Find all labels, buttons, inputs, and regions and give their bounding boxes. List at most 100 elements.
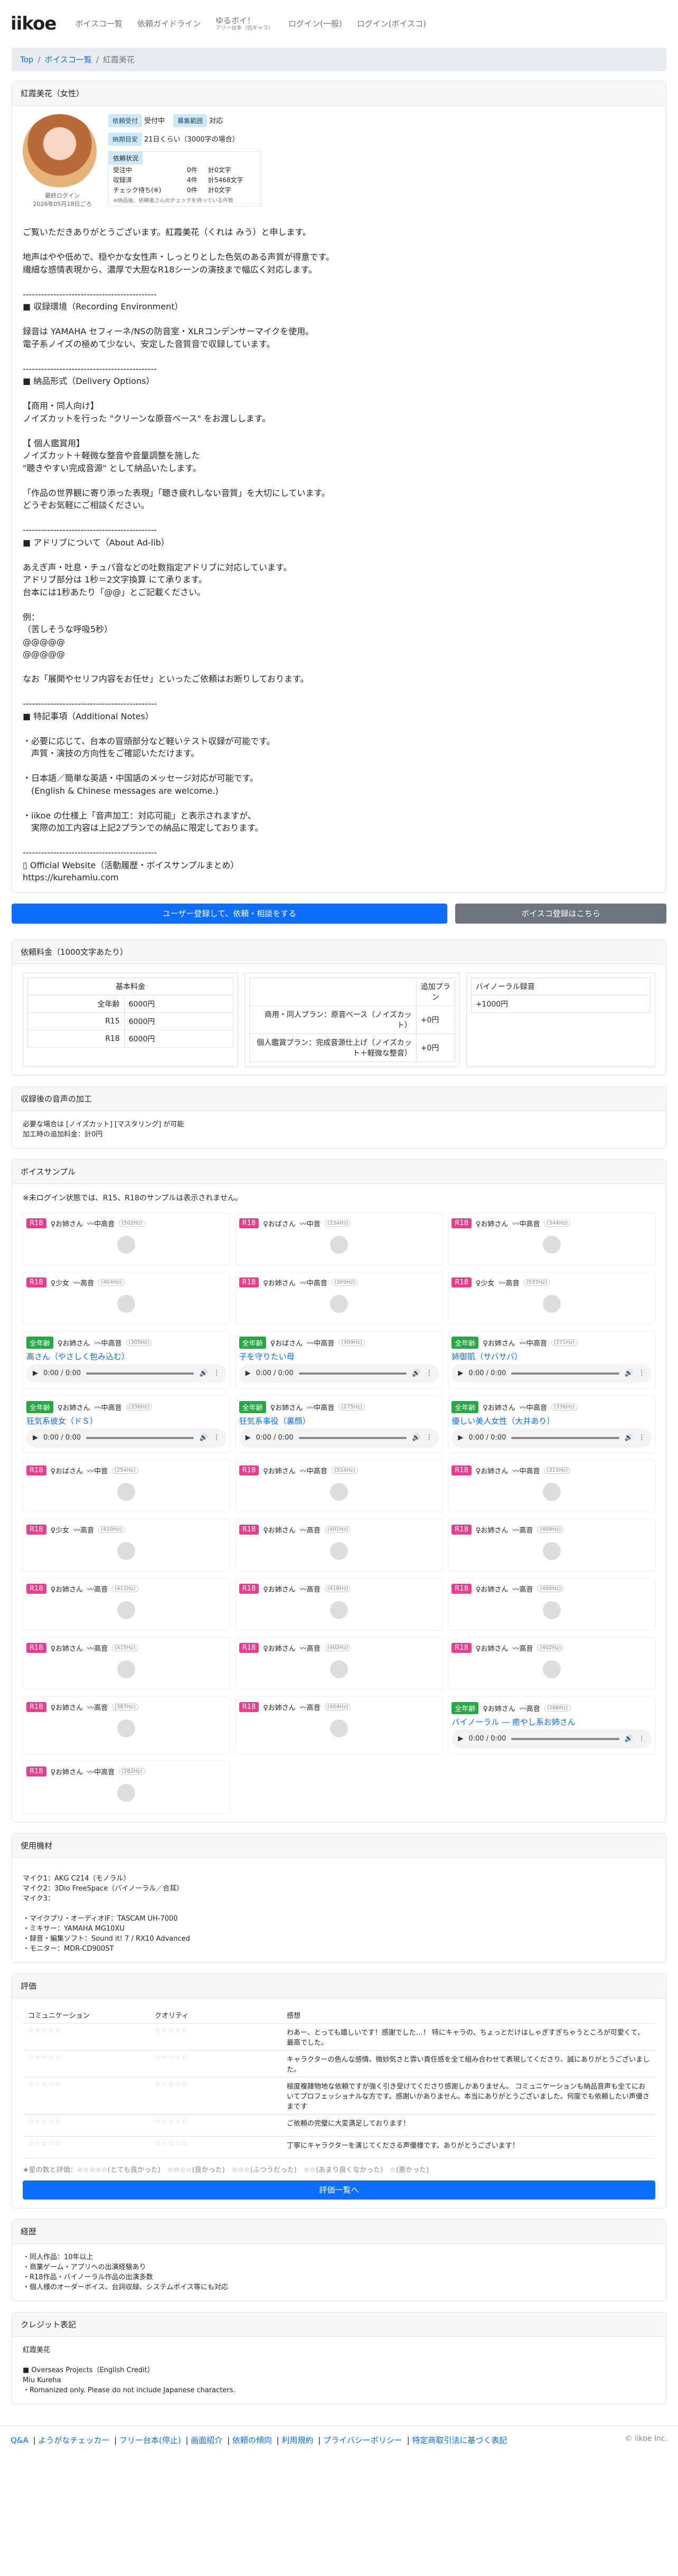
sample-title[interactable]: 高さん（やさしく包み込む） bbox=[26, 1351, 227, 1362]
volume-icon[interactable]: 🔊 bbox=[625, 1735, 633, 1743]
volume-icon[interactable]: 🔊 bbox=[412, 1434, 420, 1442]
equipment-header: 使用機材 bbox=[12, 1833, 666, 1858]
footer-link-free-script[interactable]: フリー台本(停止) bbox=[119, 2436, 181, 2445]
hz-badge: (402Hz) bbox=[537, 1644, 564, 1651]
hz-badge: (411Hz) bbox=[112, 1585, 138, 1592]
price-value: 6000円 bbox=[124, 994, 233, 1013]
pitch-tag: 〰高音 bbox=[512, 1643, 533, 1653]
footer-link-terms[interactable]: 利用規約 bbox=[282, 2436, 314, 2445]
player-seek-bar[interactable] bbox=[511, 1372, 619, 1375]
more-icon[interactable]: ⋮ bbox=[638, 1735, 645, 1743]
volume-icon[interactable]: 🔊 bbox=[412, 1369, 420, 1377]
nav-yuruboi[interactable]: ゆるボイ！ フリー台本（低ギャラ） bbox=[215, 16, 274, 32]
samples-card: ボイスサンプル ※未ログイン状態では、R15、R18のサンプルは表示されません。… bbox=[12, 1159, 666, 1822]
review-comment: わあー、とっても嬉しいです！感謝でした…！ 特にキャラの、ちょっとだけはしゃぎす… bbox=[281, 2023, 655, 2051]
pitch-label: 高音 bbox=[80, 1526, 95, 1535]
player-seek-bar[interactable] bbox=[86, 1372, 194, 1375]
breadcrumb-list[interactable]: ボイスコ一覧 bbox=[44, 55, 92, 64]
female-icon: ♀ bbox=[475, 1585, 481, 1594]
register-voiceco-button[interactable]: ボイスコ登録はこちら bbox=[455, 903, 666, 924]
play-icon[interactable]: ▶ bbox=[458, 1735, 463, 1743]
rating-badge: R18 bbox=[26, 1277, 46, 1287]
nav-guidelines[interactable]: 依頼ガイドライン bbox=[137, 19, 201, 29]
volume-icon[interactable]: 🔊 bbox=[199, 1434, 208, 1442]
footer-link-privacy[interactable]: プライバシーポリシー bbox=[323, 2436, 402, 2445]
hz-badge: (410Hz) bbox=[98, 1526, 125, 1533]
audio-player[interactable]: ▶ 0:00 / 0:00 🔊 ⋮ bbox=[239, 1428, 439, 1447]
more-icon[interactable]: ⋮ bbox=[213, 1434, 220, 1442]
audio-player[interactable]: ▶ 0:00 / 0:00 🔊 ⋮ bbox=[451, 1729, 652, 1748]
nav-voiceco-list[interactable]: ボイスコ一覧 bbox=[75, 19, 123, 29]
play-icon[interactable]: ▶ bbox=[458, 1434, 463, 1442]
audio-player[interactable]: ▶ 0:00 / 0:00 🔊 ⋮ bbox=[26, 1428, 227, 1447]
lock-icon bbox=[117, 1541, 136, 1560]
pitch-tag: 〰中高音 bbox=[95, 1338, 122, 1348]
count-num: 4件 bbox=[187, 176, 197, 184]
more-icon[interactable]: ⋮ bbox=[638, 1434, 645, 1442]
audio-player[interactable]: ▶ 0:00 / 0:00 🔊 ⋮ bbox=[451, 1364, 652, 1383]
col-comment: 感想 bbox=[281, 2006, 655, 2024]
more-icon[interactable]: ⋮ bbox=[426, 1369, 432, 1377]
more-icon[interactable]: ⋮ bbox=[213, 1369, 220, 1377]
rating-badge: R18 bbox=[239, 1277, 259, 1287]
count-key: 収録済 bbox=[113, 176, 133, 184]
lock-icon bbox=[117, 1719, 136, 1737]
sample-tags: 全年齢 ♀お姉さん 〰中高音 (336Hz) bbox=[451, 1400, 652, 1413]
footer-link-tokushoho[interactable]: 特定商取引法に基づく表記 bbox=[412, 2436, 507, 2445]
player-seek-bar[interactable] bbox=[298, 1436, 407, 1439]
pricing-body: 基本料金 全年齢 6000円 R15 6000円 R18 6000円 追加プラン 商用… bbox=[12, 964, 666, 1075]
age-tag: ♀少女 bbox=[51, 1525, 70, 1535]
more-icon[interactable]: ⋮ bbox=[638, 1369, 645, 1377]
play-icon[interactable]: ▶ bbox=[246, 1434, 251, 1442]
play-icon[interactable]: ▶ bbox=[246, 1369, 251, 1377]
pitch-label: 中高音 bbox=[519, 1467, 540, 1475]
voice-sample: R18 ♀お姉さん 〰中高音 (502Hz) bbox=[23, 1212, 230, 1265]
request-button[interactable]: ユーザー登録して、依頼・相談をする bbox=[12, 903, 447, 924]
player-seek-bar[interactable] bbox=[511, 1436, 619, 1439]
volume-icon[interactable]: 🔊 bbox=[625, 1434, 633, 1442]
pitch-label: 高音 bbox=[94, 1644, 108, 1653]
voice-sample: 全年齢 ♀お姉さん 〰中高音 (305Hz) 高さん（やさしく包み込む） ▶ 0:00 / … bbox=[23, 1330, 230, 1389]
sample-title[interactable]: 狂気系彼女（ドＳ） bbox=[26, 1415, 227, 1426]
footer-link-checker[interactable]: ようがなチェッカー bbox=[38, 2436, 109, 2445]
footer-copyright: © iikoe Inc. bbox=[625, 2434, 667, 2443]
brand-logo[interactable]: iikoe bbox=[11, 13, 56, 34]
age-label: お姉さん bbox=[487, 1705, 515, 1713]
wave-icon: 〰 bbox=[87, 1644, 95, 1653]
footer-link-screens[interactable]: 画面紹介 bbox=[191, 2436, 222, 2445]
hz-badge: (418Hz) bbox=[324, 1585, 351, 1592]
pitch-tag: 〰中高音 bbox=[95, 1402, 122, 1412]
sample-title[interactable]: バイノーラル ― 癒やし系お姉さん bbox=[451, 1716, 652, 1727]
play-icon[interactable]: ▶ bbox=[33, 1434, 38, 1442]
wave-icon: 〰 bbox=[498, 1279, 506, 1287]
audio-player[interactable]: ▶ 0:00 / 0:00 🔊 ⋮ bbox=[239, 1364, 439, 1383]
play-icon[interactable]: ▶ bbox=[458, 1369, 463, 1377]
player-seek-bar[interactable] bbox=[298, 1372, 407, 1375]
footer-link-trends[interactable]: 依頼の傾向 bbox=[232, 2436, 272, 2445]
nav-login-voiceco[interactable]: ログイン(ボイスコ) bbox=[357, 19, 426, 29]
hz-badge: (404Hz) bbox=[324, 1703, 351, 1710]
breadcrumb-top[interactable]: Top bbox=[20, 55, 33, 64]
play-icon[interactable]: ▶ bbox=[33, 1369, 38, 1377]
sample-title[interactable]: 姉御肌（サバサバ） bbox=[451, 1351, 652, 1362]
sample-title[interactable]: 子を守りたい母 bbox=[239, 1351, 439, 1362]
audio-player[interactable]: ▶ 0:00 / 0:00 🔊 ⋮ bbox=[451, 1428, 652, 1447]
sample-title[interactable]: 優しい美人女性（大井あり） bbox=[451, 1415, 652, 1426]
all-reviews-button[interactable]: 評価一覧へ bbox=[23, 2180, 655, 2199]
player-seek-bar[interactable] bbox=[86, 1436, 194, 1439]
more-icon[interactable]: ⋮ bbox=[426, 1434, 432, 1442]
volume-icon[interactable]: 🔊 bbox=[625, 1369, 633, 1377]
volume-icon[interactable]: 🔊 bbox=[199, 1369, 208, 1377]
audio-player[interactable]: ▶ 0:00 / 0:00 🔊 ⋮ bbox=[26, 1364, 227, 1383]
voice-sample: 全年齢 ♀お姉さん 〰中高音 (271Hz) 姉御肌（サバサバ） ▶ 0:00 / 0:00… bbox=[448, 1330, 655, 1389]
pitch-tag: 〰高音 bbox=[73, 1277, 94, 1287]
footer-link-qa[interactable]: Q&A bbox=[11, 2436, 29, 2445]
nav-login-general[interactable]: ログイン(一般) bbox=[288, 19, 342, 29]
voice-sample: 全年齢 ♀お姉さん 〰高音 (266Hz) バイノーラル ― 癒やし系お姉さん ▶ 0:00… bbox=[448, 1696, 655, 1754]
sample-tags: R18 ♀少女 〰高音 (537Hz) bbox=[451, 1277, 652, 1287]
hz-badge: (502Hz) bbox=[119, 1219, 145, 1227]
player-seek-bar[interactable] bbox=[511, 1737, 619, 1740]
sample-title[interactable]: 狂気系事役（裏顔） bbox=[239, 1415, 439, 1426]
rating-badge: 全年齢 bbox=[26, 1400, 54, 1413]
wave-icon: 〰 bbox=[299, 1220, 307, 1228]
